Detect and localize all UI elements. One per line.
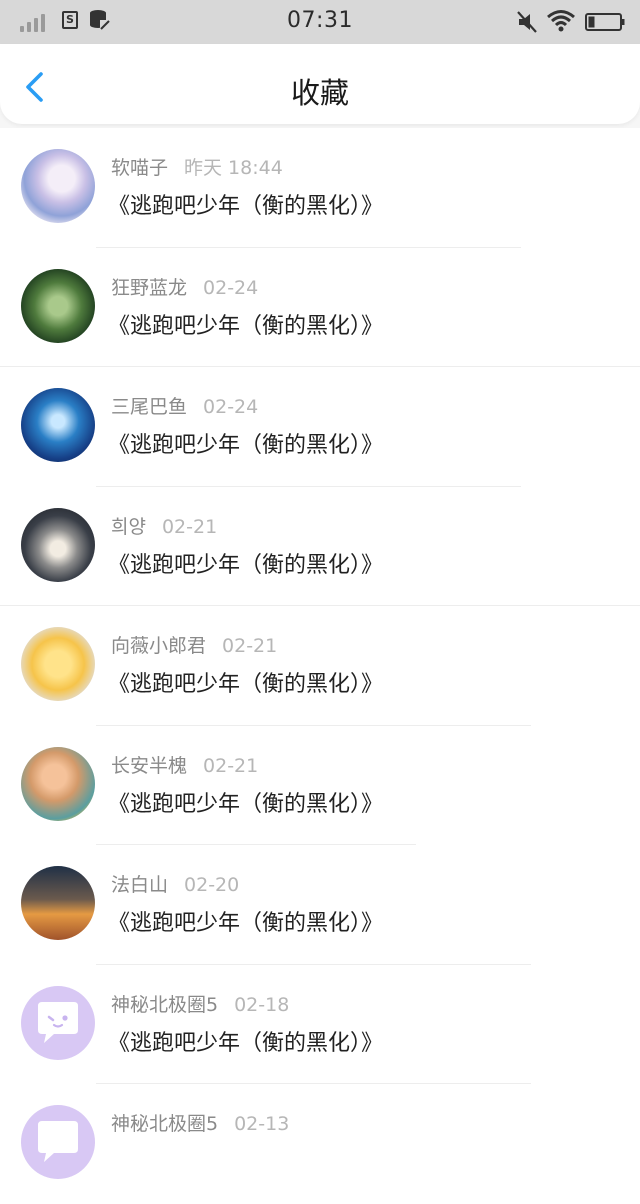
user-name[interactable]: 软喵子 bbox=[111, 157, 168, 179]
list-item[interactable]: 神秘北极圈5 02-13 bbox=[0, 1084, 640, 1204]
status-bar: S 07:31 bbox=[0, 0, 640, 44]
post-title[interactable]: 《逃跑吧少年（衡的黑化）》 bbox=[108, 1025, 383, 1057]
chat-bubble-icon bbox=[38, 1121, 78, 1162]
post-time: 昨天 18:44 bbox=[184, 157, 283, 179]
list-item[interactable]: 向薇小郎君 02-21 《逃跑吧少年（衡的黑化）》 bbox=[0, 606, 640, 726]
list-item[interactable]: 软喵子 昨天 18:44 《逃跑吧少年（衡的黑化）》 bbox=[0, 128, 640, 248]
favorites-list: 软喵子 昨天 18:44 《逃跑吧少年（衡的黑化）》 狂野蓝龙 02-24 《逃跑吧… bbox=[0, 128, 640, 1204]
post-time: 02-24 bbox=[203, 276, 259, 299]
list-item[interactable]: 희양 02-21 《逃跑吧少年（衡的黑化）》 bbox=[0, 487, 640, 606]
user-name[interactable]: 向薇小郎君 bbox=[111, 635, 206, 657]
post-title[interactable]: 《逃跑吧少年（衡的黑化）》 bbox=[108, 188, 383, 220]
avatar[interactable] bbox=[21, 388, 95, 462]
wifi-icon bbox=[547, 10, 575, 32]
list-item[interactable]: 三尾巴鱼 02-24 《逃跑吧少年（衡的黑化）》 bbox=[0, 367, 640, 487]
post-title[interactable]: 《逃跑吧少年（衡的黑化）》 bbox=[108, 905, 383, 937]
user-name[interactable]: 희양 bbox=[111, 516, 146, 538]
post-title[interactable]: 《逃跑吧少年（衡的黑化）》 bbox=[108, 666, 383, 698]
avatar[interactable] bbox=[21, 149, 95, 223]
post-title[interactable]: 《逃跑吧少年（衡的黑化）》 bbox=[108, 427, 383, 459]
user-name[interactable]: 狂野蓝龙 bbox=[111, 277, 187, 299]
avatar[interactable] bbox=[21, 1105, 95, 1179]
post-time: 02-18 bbox=[234, 993, 290, 1016]
header-bar: 收藏 bbox=[0, 44, 640, 124]
post-time: 02-13 bbox=[234, 1113, 290, 1135]
post-time: 02-20 bbox=[184, 874, 240, 896]
avatar[interactable] bbox=[21, 507, 95, 582]
page-title: 收藏 bbox=[290, 76, 349, 110]
post-title[interactable]: 《逃跑吧少年（衡的黑化）》 bbox=[108, 786, 383, 818]
user-name[interactable]: 长安半槐 bbox=[111, 755, 187, 777]
user-name[interactable]: 法白山 bbox=[111, 874, 168, 896]
post-time: 02-21 bbox=[222, 635, 278, 657]
status-time: 07:31 bbox=[287, 8, 353, 33]
avatar[interactable] bbox=[21, 268, 95, 343]
user-name[interactable]: 神秘北极圈5 bbox=[111, 994, 218, 1016]
post-title[interactable]: 《逃跑吧少年（衡的黑化）》 bbox=[108, 547, 383, 579]
avatar[interactable] bbox=[21, 746, 95, 821]
avatar[interactable] bbox=[21, 866, 95, 940]
list-item[interactable]: 狂野蓝龙 02-24 《逃跑吧少年（衡的黑化）》 bbox=[0, 248, 640, 367]
mute-icon bbox=[517, 11, 537, 33]
post-time: 02-21 bbox=[203, 754, 259, 777]
list-item[interactable]: 神秘北极圈5 02-18 《逃跑吧少年（衡的黑化）》 bbox=[0, 965, 640, 1084]
battery-icon bbox=[585, 13, 625, 31]
user-name[interactable]: 三尾巴鱼 bbox=[111, 396, 187, 418]
post-time: 02-24 bbox=[203, 396, 259, 418]
avatar[interactable] bbox=[21, 985, 95, 1060]
list-item[interactable]: 长安半槐 02-21 《逃跑吧少年（衡的黑化）》 bbox=[0, 726, 640, 845]
post-time: 02-21 bbox=[161, 515, 218, 538]
list-item[interactable]: 法白山 02-20 《逃跑吧少年（衡的黑化）》 bbox=[0, 845, 640, 965]
chat-bubble-icon bbox=[38, 1001, 78, 1043]
post-title[interactable]: 《逃跑吧少年（衡的黑化）》 bbox=[108, 308, 383, 340]
user-name[interactable]: 神秘北极圈5 bbox=[111, 1113, 218, 1135]
avatar[interactable] bbox=[21, 627, 95, 701]
